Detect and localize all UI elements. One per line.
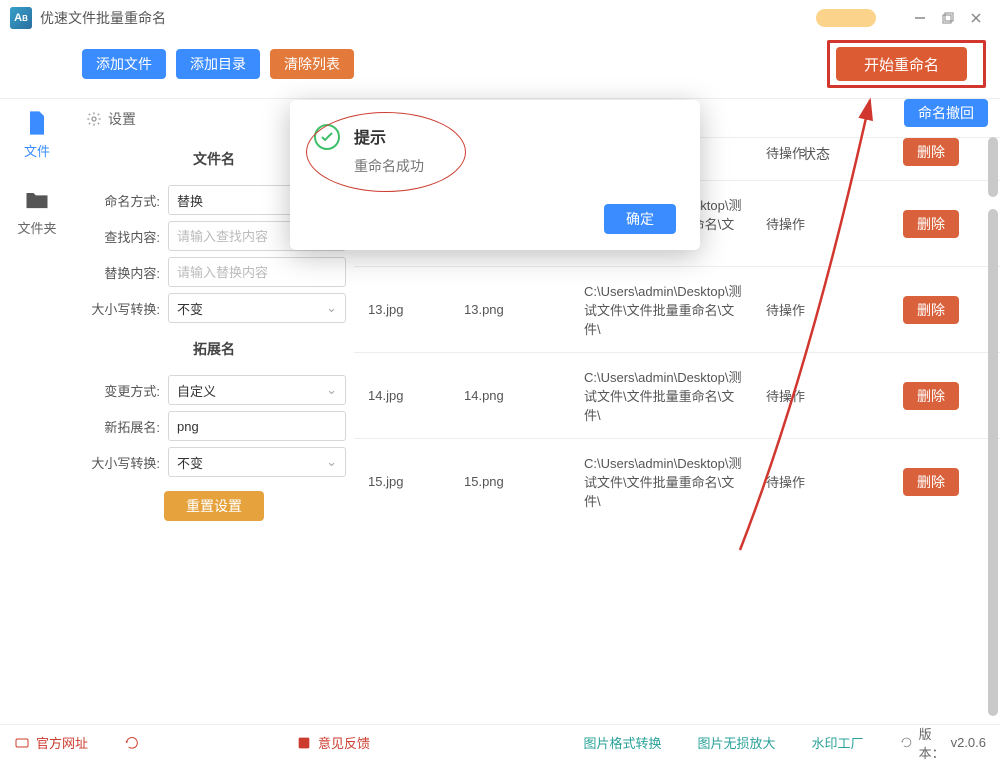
- blurred-region: [570, 6, 610, 30]
- window-minimize-button[interactable]: [906, 4, 934, 32]
- add-files-button[interactable]: 添加文件: [82, 49, 166, 79]
- cell-path: C:\Users\admin\Desktop\测试文件\文件批量重命名\文件\: [574, 281, 756, 338]
- cell-status: 待操作: [756, 472, 876, 491]
- label-mode: 命名方式:: [82, 191, 168, 210]
- window-close-button[interactable]: [962, 4, 990, 32]
- nav-files[interactable]: 文件: [23, 109, 51, 160]
- cell-status: 待操作: [756, 386, 876, 405]
- cell-original: 14.jpg: [354, 388, 464, 403]
- scrollbar-thumb[interactable]: [988, 209, 998, 716]
- settings-title: 设置: [108, 109, 136, 129]
- window-maximize-button[interactable]: [934, 4, 962, 32]
- chevron-down-icon: ⌄: [326, 454, 337, 470]
- footer: 官方网址 意见反馈 图片格式转换 图片无损放大 水印工厂 版本： v2.0.6: [0, 724, 1000, 760]
- refresh-icon: [124, 735, 140, 751]
- case1-select[interactable]: 不变 ⌄: [168, 293, 346, 323]
- case2-select[interactable]: 不变 ⌄: [168, 447, 346, 477]
- feedback-link[interactable]: 意见反馈: [296, 733, 370, 752]
- cell-status: 待操作: [756, 214, 876, 233]
- table-row: 14.jpg14.pngC:\Users\admin\Desktop\测试文件\…: [354, 352, 1000, 438]
- nav-folders[interactable]: 文件夹: [17, 186, 56, 237]
- toolbar: 添加文件 添加目录 清除列表 开始重命名: [0, 36, 1000, 99]
- label-replace: 替换内容:: [82, 263, 168, 282]
- app-title: 优速文件批量重命名: [40, 8, 166, 28]
- label-new-ext: 新拓展名:: [82, 417, 168, 436]
- label-ext-mode: 变更方式:: [82, 381, 168, 400]
- add-directory-button[interactable]: 添加目录: [176, 49, 260, 79]
- folder-icon: [23, 186, 51, 214]
- dialog-title: 提示: [354, 124, 424, 148]
- version-label: 版本：: [919, 724, 945, 762]
- replace-input[interactable]: [168, 257, 346, 287]
- start-button-highlight: 开始重命名: [827, 40, 986, 88]
- refresh-link[interactable]: [124, 735, 140, 751]
- new-ext-input[interactable]: [168, 411, 346, 441]
- chevron-down-icon: ⌄: [326, 300, 337, 316]
- success-dialog: 提示 重命名成功 确定: [290, 100, 700, 250]
- delete-button[interactable]: 删除: [903, 382, 959, 410]
- titlebar: AB 优速文件批量重命名: [0, 0, 1000, 36]
- nav-files-label: 文件: [24, 141, 50, 160]
- delete-button[interactable]: 删除: [903, 296, 959, 324]
- table-row: 13.jpg13.pngC:\Users\admin\Desktop\测试文件\…: [354, 266, 1000, 352]
- delete-button[interactable]: 删除: [903, 210, 959, 238]
- scrollbar[interactable]: [988, 137, 998, 722]
- feedback-icon: [296, 735, 312, 751]
- delete-button[interactable]: 删除: [903, 468, 959, 496]
- left-nav: 文件 文件夹: [0, 95, 74, 724]
- cell-new: 15.png: [464, 474, 574, 489]
- nav-folders-label: 文件夹: [17, 218, 56, 237]
- promo-pill[interactable]: [816, 9, 876, 27]
- cell-original: 13.jpg: [354, 302, 464, 317]
- footer-link-1[interactable]: 图片格式转换: [584, 733, 662, 752]
- clear-list-button[interactable]: 清除列表: [270, 49, 354, 79]
- cell-status: 待操作: [756, 300, 876, 319]
- mode-value: 替换: [177, 191, 203, 210]
- version[interactable]: 版本： v2.0.6: [900, 724, 986, 762]
- cell-new: 13.png: [464, 302, 574, 317]
- dialog-ok-button[interactable]: 确定: [604, 204, 676, 234]
- chevron-down-icon: ⌄: [326, 382, 337, 398]
- delete-button[interactable]: 删除: [903, 138, 959, 166]
- cell-new: 14.png: [464, 388, 574, 403]
- reset-button[interactable]: 重置设置: [164, 491, 264, 521]
- version-value: v2.0.6: [951, 735, 986, 750]
- feedback-label: 意见反馈: [318, 733, 370, 752]
- ext-mode-value: 自定义: [177, 381, 216, 400]
- label-case2: 大小写转换:: [82, 453, 168, 472]
- file-icon: [23, 109, 51, 137]
- label-find: 查找内容:: [82, 227, 168, 246]
- table-row: 15.jpg15.pngC:\Users\admin\Desktop\测试文件\…: [354, 438, 1000, 524]
- dialog-message: 重命名成功: [354, 156, 424, 176]
- case1-value: 不变: [177, 299, 203, 318]
- cell-path: C:\Users\admin\Desktop\测试文件\文件批量重命名\文件\: [574, 367, 756, 424]
- cell-status: 待操作: [756, 143, 876, 162]
- footer-link-2[interactable]: 图片无损放大: [698, 733, 776, 752]
- undo-button[interactable]: 命名撤回: [904, 99, 988, 127]
- app-logo: AB: [10, 7, 32, 29]
- ext-mode-select[interactable]: 自定义 ⌄: [168, 375, 346, 405]
- official-site-link[interactable]: 官方网址: [14, 733, 88, 752]
- success-icon: [314, 124, 340, 150]
- cell-path: C:\Users\admin\Desktop\测试文件\文件批量重命名\文件\: [574, 453, 756, 510]
- official-site-label: 官方网址: [36, 733, 88, 752]
- cell-original: 15.jpg: [354, 474, 464, 489]
- label-case1: 大小写转换:: [82, 299, 168, 318]
- update-icon: [900, 736, 913, 749]
- scrollbar-thumb-top[interactable]: [988, 137, 998, 197]
- footer-link-3[interactable]: 水印工厂: [812, 733, 864, 752]
- globe-icon: [14, 735, 30, 751]
- section-ext: 拓展名: [82, 329, 346, 369]
- case2-value: 不变: [177, 453, 203, 472]
- gear-icon: [86, 111, 102, 127]
- start-rename-button[interactable]: 开始重命名: [836, 47, 967, 81]
